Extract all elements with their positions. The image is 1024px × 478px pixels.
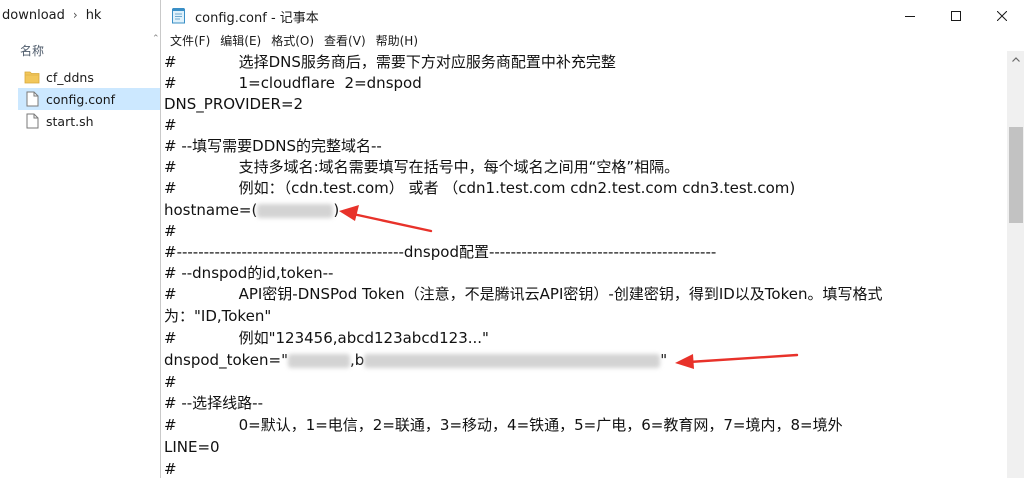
text-line: # (164, 460, 177, 478)
text-line: # 支持多域名:域名需要填写在括号中，每个域名之间用“空格”相隔。 (164, 158, 680, 176)
notepad-icon (171, 7, 187, 24)
close-icon (997, 10, 1007, 21)
minimize-button[interactable] (887, 0, 933, 31)
text-line: # 例如：（cdn.test.com） 或者 （cdn1.test.com cdn… (164, 179, 796, 197)
comment-hash: # (164, 74, 177, 92)
comment-hash: # (164, 285, 177, 303)
file-icon (24, 91, 40, 107)
comment-hash: # (164, 53, 177, 71)
file-name: config.conf (46, 91, 116, 107)
text-line: # (164, 222, 177, 240)
text-line: LINE=0 (164, 438, 220, 456)
file-item-start-sh[interactable]: start.sh (18, 110, 160, 132)
text-line: #1=cloudflare 2=dnspod (164, 74, 422, 92)
file-item-cf-ddns[interactable]: cf_ddns (18, 66, 160, 88)
maximize-button[interactable] (933, 0, 979, 31)
scroll-up-button[interactable] (1007, 51, 1024, 68)
text-line: # --选择线路-- (164, 394, 263, 412)
breadcrumb-item-download[interactable]: download (2, 8, 65, 23)
annotation-arrow-hostname (339, 205, 433, 233)
text-line: #---------------------------------------… (164, 243, 717, 261)
notepad-window: config.conf - 记事本 文件(F) 编辑(E) 格式(O) 查看(V… (160, 0, 1024, 478)
column-header-name[interactable]: 名称 (20, 42, 44, 59)
text-editor[interactable]: # 选择DNS服务商后，需要下方对应服务商配置中补充完整 #1=cloudflar… (161, 51, 1007, 478)
redacted-token-id (287, 353, 350, 368)
text-line: # 例如"123456,abcd123abcd123..." (164, 329, 489, 347)
redacted-hostname (257, 203, 334, 218)
maximize-icon (951, 10, 961, 21)
text-line-hostname: hostname=() (164, 201, 340, 219)
desktop: download › hk ⌃ 名称 cf_ddns config.conf s… (0, 0, 1024, 478)
text-line: # --dnspod的id,token-- (164, 264, 334, 282)
title-bar[interactable]: config.conf - 记事本 (161, 0, 1024, 31)
close-button[interactable] (979, 0, 1024, 31)
comment-hash: # (164, 416, 177, 434)
minimize-icon (905, 15, 915, 17)
breadcrumb: download › hk (0, 0, 160, 30)
text-line: # API密钥-DNSPod Token（注意，不是腾讯云API密钥）-创建密钥，… (164, 285, 883, 303)
breadcrumb-item-hk[interactable]: hk (86, 8, 102, 23)
chevron-up-icon (1012, 57, 1020, 62)
comment-hash: # (164, 179, 177, 197)
text-line: #0=默认，1=电信，2=联通，3=移动，4=铁通，5=广电，6=教育网，7=境… (164, 416, 843, 434)
window-title: config.conf - 记事本 (195, 11, 319, 26)
comment-hash: # (164, 158, 177, 176)
text-line: # 选择DNS服务商后，需要下方对应服务商配置中补充完整 (164, 53, 616, 71)
menu-file[interactable]: 文件(F) (165, 31, 215, 51)
text-line: # (164, 116, 177, 134)
file-icon (24, 113, 40, 129)
scroll-thumb[interactable] (1009, 127, 1023, 223)
menu-help[interactable]: 帮助(H) (371, 31, 423, 51)
text-line: 为："ID,Token" (164, 307, 272, 325)
file-explorer: download › hk ⌃ 名称 cf_ddns config.conf s… (0, 0, 160, 478)
file-item-config-conf[interactable]: config.conf (18, 88, 160, 110)
folder-icon (24, 69, 40, 85)
file-list: cf_ddns config.conf start.sh (18, 66, 160, 132)
menu-view[interactable]: 查看(V) (319, 31, 371, 51)
annotation-arrow-token (675, 353, 799, 369)
text-line: # (164, 373, 177, 391)
redacted-token-secret (364, 353, 661, 368)
file-name: cf_ddns (46, 69, 94, 85)
text-line-dnspod-token: dnspod_token=" ,b " (164, 351, 668, 369)
sort-chevron-icon[interactable]: ⌃ (152, 34, 160, 44)
menu-edit[interactable]: 编辑(E) (215, 31, 266, 51)
comment-hash: # (164, 329, 177, 347)
chevron-right-icon: › (72, 8, 78, 22)
menu-bar: 文件(F) 编辑(E) 格式(O) 查看(V) 帮助(H) (161, 31, 1024, 51)
vertical-scrollbar[interactable] (1007, 51, 1024, 478)
file-name: start.sh (46, 113, 94, 129)
text-line: # --填写需要DDNS的完整域名-- (164, 137, 382, 155)
text-line: DNS_PROVIDER=2 (164, 95, 304, 113)
menu-format[interactable]: 格式(O) (266, 31, 319, 51)
